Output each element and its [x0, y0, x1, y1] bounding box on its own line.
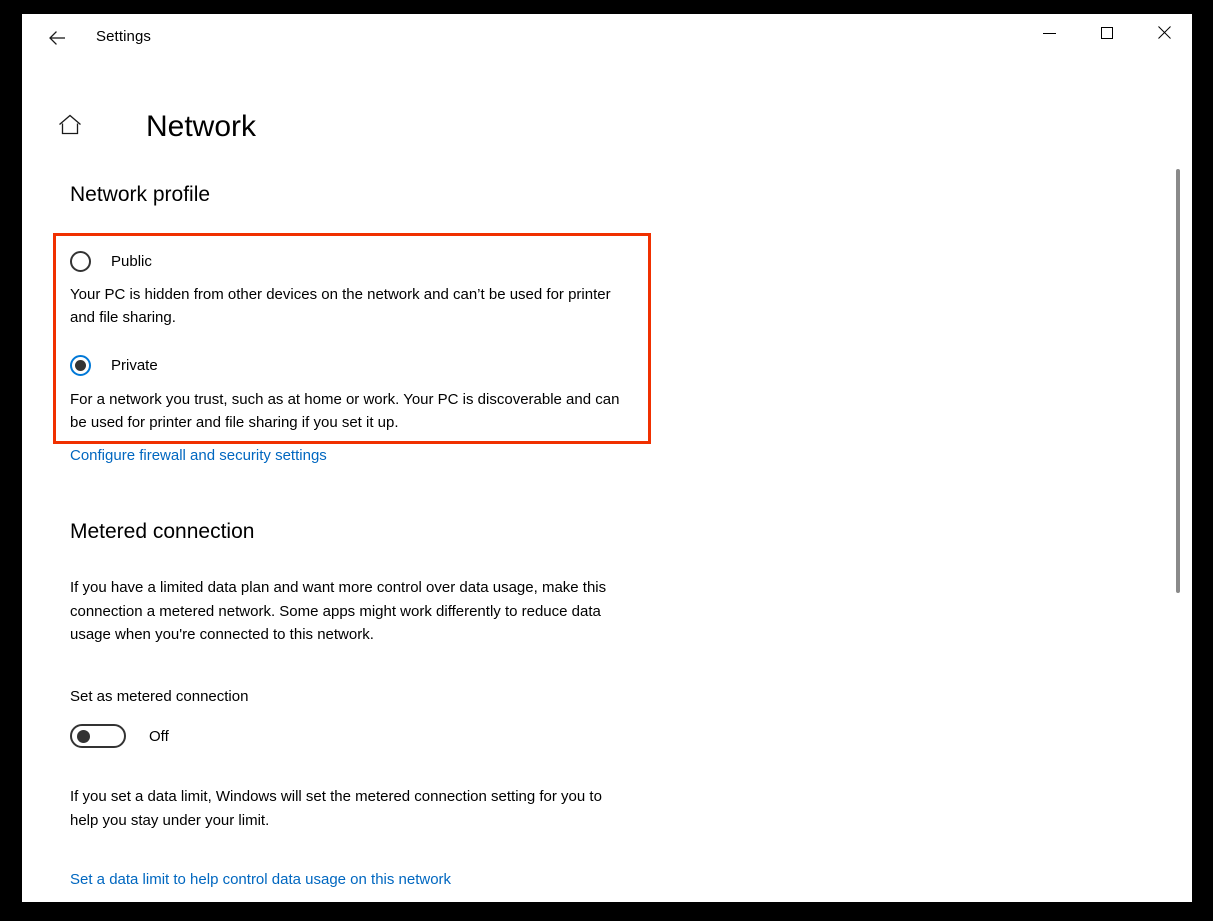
metered-connection-section: Metered connection If you have a limited…: [70, 519, 650, 889]
metered-connection-heading: Metered connection: [70, 520, 255, 543]
radio-label-private: Private: [111, 357, 158, 374]
back-button[interactable]: [34, 18, 80, 58]
home-button[interactable]: [48, 112, 92, 143]
minimize-icon: [1043, 32, 1056, 34]
settings-window: Settings Network Network profile Public …: [22, 14, 1192, 902]
set-data-limit-link[interactable]: Set a data limit to help control data us…: [70, 871, 451, 888]
page-title: Network: [146, 110, 257, 144]
radio-label-public: Public: [111, 252, 152, 270]
radio-private[interactable]: [70, 355, 91, 376]
network-profile-heading: Network profile: [70, 183, 211, 206]
scrollbar-thumb[interactable]: [1176, 169, 1180, 593]
metered-connection-description: If you have a limited data plan and want…: [70, 579, 607, 643]
radio-public[interactable]: [70, 250, 91, 272]
radio-description-public: Your PC is hidden from other devices on …: [70, 286, 611, 327]
vertical-scrollbar[interactable]: [1172, 140, 1184, 840]
radio-description-private: For a network you trust, such as at home…: [70, 390, 620, 431]
firewall-link-container: Configure firewall and security settings: [70, 447, 327, 465]
arrow-left-icon: [46, 27, 68, 49]
option-private[interactable]: Private For a network you trust, such as…: [70, 351, 650, 435]
maximize-button[interactable]: [1078, 14, 1135, 52]
network-profile-section: Network profile: [70, 182, 1070, 208]
minimize-button[interactable]: [1021, 14, 1078, 52]
radio-row-private[interactable]: Private: [70, 351, 650, 381]
data-limit-link-container: Set a data limit to help control data us…: [70, 871, 650, 889]
home-icon: [57, 112, 83, 143]
metered-toggle-row: Off: [70, 724, 650, 749]
metered-toggle-label: Set as metered connection: [70, 688, 249, 705]
caption-buttons: [1021, 14, 1192, 52]
metered-connection-toggle[interactable]: [70, 724, 126, 749]
toggle-knob: [77, 729, 90, 743]
page-header: Network: [22, 92, 256, 162]
close-icon: [1157, 26, 1171, 40]
data-limit-description: If you set a data limit, Windows will se…: [70, 788, 602, 829]
radio-row-public[interactable]: Public: [70, 246, 650, 276]
window-title: Settings: [96, 28, 151, 45]
network-profile-radio-group: Public Your PC is hidden from other devi…: [70, 246, 650, 434]
maximize-icon: [1100, 27, 1113, 39]
close-button[interactable]: [1135, 14, 1192, 52]
configure-firewall-link[interactable]: Configure firewall and security settings: [70, 447, 327, 464]
metered-toggle-state: Off: [149, 727, 169, 745]
option-public[interactable]: Public Your PC is hidden from other devi…: [70, 246, 650, 330]
title-bar: Settings: [22, 14, 1192, 62]
